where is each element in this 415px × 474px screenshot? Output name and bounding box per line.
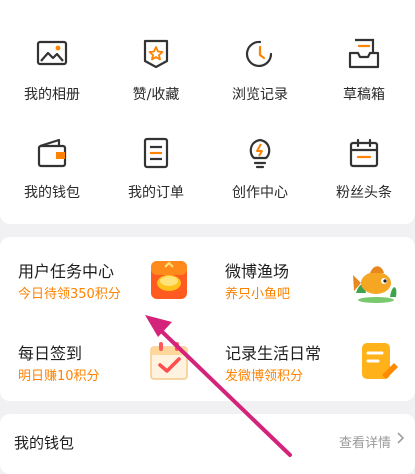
creator-bulb-icon (249, 138, 271, 169)
wallet-section-title: 我的钱包 (14, 434, 75, 452)
grid-item-creator-center[interactable]: 创作中心 (208, 0, 312, 201)
checkin-title: 每日签到 (18, 344, 83, 363)
grid-item-wallet[interactable]: 我的钱包 (0, 0, 104, 201)
gift-box-icon (151, 261, 187, 299)
goldfish-icon (353, 266, 397, 303)
view-details-link[interactable]: 查看详情 (339, 432, 391, 451)
wallet-icon (37, 138, 67, 168)
record-title: 记录生活日常 (225, 344, 322, 363)
notepad-icon (362, 343, 398, 379)
user-task-center-tile[interactable]: 用户任务中心 今日待领350积分 (0, 237, 207, 319)
record-subtitle: 发微博领积分 (225, 369, 304, 384)
user-task-title: 用户任务中心 (18, 262, 115, 281)
grid-item-label: 粉丝头条 (336, 185, 392, 201)
daily-checkin-tile[interactable]: 每日签到 明日赚10积分 (0, 319, 207, 401)
quick-access-grid: 我的相册 赞/收藏 浏览记录 草稿箱 我的钱包 我的订单 创作中心 粉丝头条 (0, 0, 415, 224)
quick-access-card: 我的相册 赞/收藏 浏览记录 草稿箱 我的钱包 我的订单 创作中心 粉丝头条 (0, 0, 415, 224)
wallet-card[interactable]: 我的钱包 查看详情 (0, 414, 415, 474)
user-task-subtitle: 今日待领350积分 (18, 287, 121, 302)
chevron-right-icon (397, 432, 405, 444)
record-life-tile[interactable]: 记录生活日常 发微博领积分 (207, 319, 414, 401)
grid-item-label: 我的钱包 (24, 185, 80, 201)
grid-item-orders[interactable]: 我的订单 (104, 0, 208, 201)
checkin-calendar-icon (150, 342, 188, 380)
grid-item-label: 创作中心 (232, 185, 288, 201)
weibo-fishing-tile[interactable]: 微博渔场 养只小鱼吧 (207, 237, 414, 319)
checkin-subtitle: 明日赚10积分 (18, 369, 100, 384)
order-list-icon (143, 137, 169, 169)
grid-item-label: 我的订单 (128, 185, 184, 201)
calendar-icon (349, 138, 379, 168)
tasks-card: 用户任务中心 今日待领350积分 微博渔场 养只小鱼吧 每日签到 明日赚10积分 (0, 237, 415, 401)
fishing-title: 微博渔场 (225, 262, 290, 281)
fishing-subtitle: 养只小鱼吧 (225, 287, 291, 302)
grid-item-fan-headlines[interactable]: 粉丝头条 (312, 0, 415, 201)
